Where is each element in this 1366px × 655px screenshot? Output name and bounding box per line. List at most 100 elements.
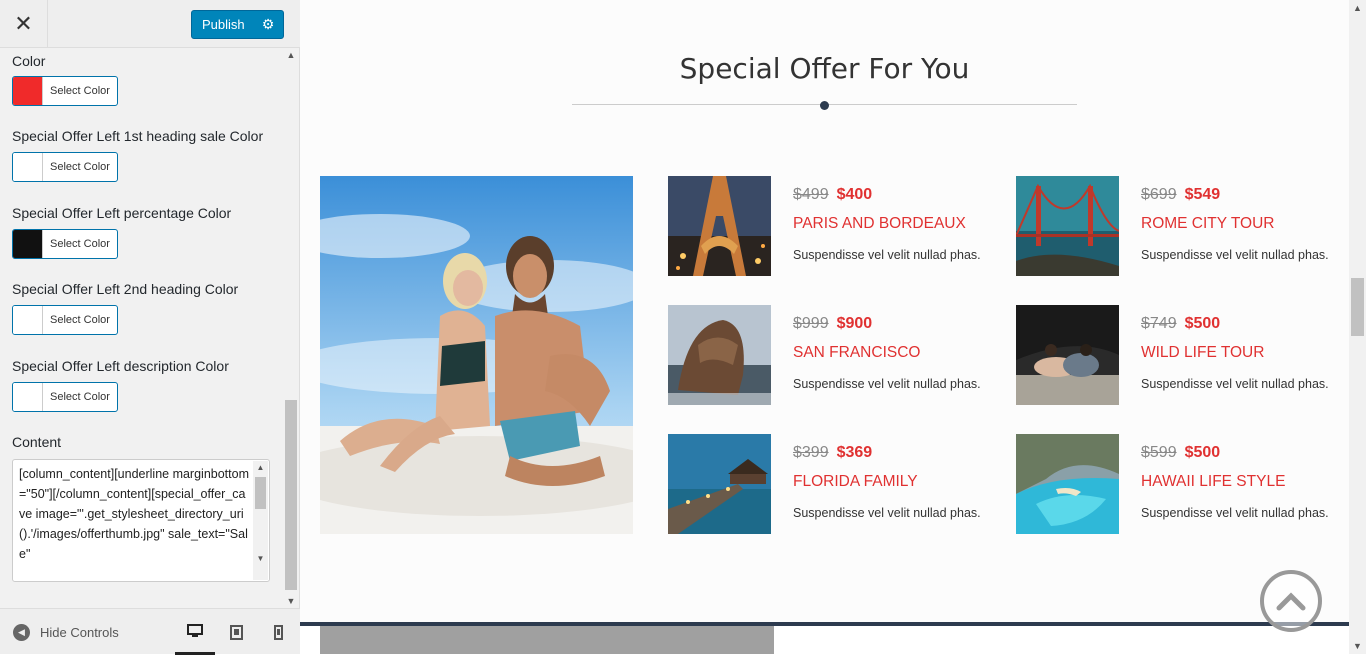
- next-section-image: [320, 626, 774, 654]
- old-price: $699: [1141, 186, 1177, 203]
- scroll-down-icon[interactable]: ▼: [253, 552, 268, 566]
- scrollbar-thumb[interactable]: [255, 477, 266, 509]
- back-to-top-button[interactable]: [1260, 570, 1322, 632]
- offer-card: $399 $369 FLORIDA FAMILY Suspendisse vel …: [668, 434, 998, 534]
- content-textarea[interactable]: [column_content][underline marginbottom=…: [12, 459, 270, 582]
- scrollbar-thumb[interactable]: [285, 400, 297, 590]
- new-price: $549: [1184, 186, 1221, 203]
- scroll-up-icon[interactable]: ▲: [1349, 0, 1366, 16]
- new-price: $369: [836, 444, 873, 461]
- next-section: [300, 622, 1349, 654]
- control-label-content: Content: [12, 434, 62, 450]
- control-label-description-color: Special Offer Left description Color: [12, 358, 229, 374]
- close-button[interactable]: ✕: [0, 0, 48, 47]
- site-preview: Special Offer For You $499 $400 PARIS AN…: [300, 0, 1349, 654]
- offer-image-hawaii[interactable]: [1016, 434, 1119, 534]
- offer-card: $999 $900 SAN FRANCISCO Suspendisse vel v…: [668, 305, 998, 405]
- offer-image-florida[interactable]: [668, 434, 771, 534]
- scroll-down-icon[interactable]: ▼: [1349, 638, 1366, 654]
- desktop-icon[interactable]: [175, 609, 215, 655]
- offer-prices: $599 $500: [1141, 444, 1220, 462]
- color-swatch: [13, 230, 43, 258]
- offer-image-rome[interactable]: [1016, 176, 1119, 276]
- old-price: $999: [793, 315, 829, 332]
- control-label-percentage-color: Special Offer Left percentage Color: [12, 205, 232, 221]
- collapse-icon: ◀: [13, 623, 30, 641]
- offer-description: Suspendisse vel velit nullad phas.: [793, 377, 981, 391]
- chevron-up-icon: [1276, 592, 1306, 611]
- scroll-down-icon[interactable]: ▼: [283, 594, 299, 608]
- offer-card: $599 $500 HAWAII LIFE STYLE Suspendisse v…: [1016, 434, 1346, 534]
- hide-controls-button[interactable]: ◀ Hide Controls: [13, 609, 119, 655]
- hero-beach-image: [320, 176, 633, 534]
- offer-prices: $749 $500: [1141, 315, 1220, 333]
- offer-image-paris[interactable]: [668, 176, 771, 276]
- select-color-button[interactable]: Select Color: [12, 305, 118, 335]
- offer-description: Suspendisse vel velit nullad phas.: [1141, 377, 1329, 391]
- new-price: $500: [1184, 315, 1221, 332]
- publish-label: Publish: [202, 17, 245, 32]
- offer-card: $749 $500 WILD LIFE TOUR Suspendisse vel …: [1016, 305, 1346, 405]
- control-label-2nd-heading-color: Special Offer Left 2nd heading Color: [12, 281, 239, 297]
- offer-card: $499 $400 PARIS AND BORDEAUX Suspendisse …: [668, 176, 998, 276]
- select-color-button[interactable]: Select Color: [12, 76, 118, 106]
- scroll-up-icon[interactable]: ▲: [253, 461, 268, 475]
- offer-description: Suspendisse vel velit nullad phas.: [1141, 506, 1329, 520]
- scroll-up-icon[interactable]: ▲: [283, 48, 299, 62]
- control-label-color: Color: [12, 53, 46, 69]
- hide-controls-label: Hide Controls: [40, 624, 119, 640]
- new-price: $500: [1184, 444, 1221, 461]
- offer-prices: $699 $549: [1141, 186, 1220, 204]
- scrollbar-thumb[interactable]: [1351, 278, 1364, 336]
- sidebar-scrollbar[interactable]: ▲ ▼: [283, 48, 299, 608]
- title-underline-dot: [820, 101, 829, 110]
- old-price: $599: [1141, 444, 1177, 461]
- offer-prices: $999 $900: [793, 315, 872, 333]
- select-color-label: Select Color: [50, 314, 110, 326]
- select-color-button[interactable]: Select Color: [12, 382, 118, 412]
- offer-description: Suspendisse vel velit nullad phas.: [1141, 248, 1329, 262]
- publish-button[interactable]: Publish ⚙: [191, 10, 284, 39]
- control-label-1st-heading-sale-color: Special Offer Left 1st heading sale Colo…: [12, 128, 264, 144]
- select-color-label: Select Color: [50, 85, 110, 97]
- old-price: $499: [793, 186, 829, 203]
- color-swatch: [13, 383, 43, 411]
- offer-image-san-francisco[interactable]: [668, 305, 771, 405]
- color-swatch: [13, 306, 43, 334]
- offer-prices: $499 $400: [793, 186, 872, 204]
- color-swatch: [13, 153, 43, 181]
- offer-description: Suspendisse vel velit nullad phas.: [793, 248, 981, 262]
- section-title: Special Offer For You: [679, 52, 970, 85]
- content-textarea-value: [column_content][underline marginbottom=…: [19, 467, 249, 561]
- old-price: $749: [1141, 315, 1177, 332]
- mobile-icon[interactable]: [258, 609, 298, 655]
- select-color-button[interactable]: Select Color: [12, 152, 118, 182]
- offer-title-link[interactable]: FLORIDA FAMILY: [793, 473, 918, 491]
- customizer-controls: Color Select Color Special Offer Left 1s…: [0, 48, 282, 608]
- select-color-label: Select Color: [50, 391, 110, 403]
- old-price: $399: [793, 444, 829, 461]
- offer-title-link[interactable]: HAWAII LIFE STYLE: [1141, 473, 1285, 491]
- offer-title-link[interactable]: ROME CITY TOUR: [1141, 215, 1275, 233]
- offer-card: $699 $549 ROME CITY TOUR Suspendisse vel …: [1016, 176, 1346, 276]
- customizer-footer: ◀ Hide Controls: [0, 608, 300, 655]
- preview-scrollbar[interactable]: ▲ ▼: [1349, 0, 1366, 654]
- select-color-label: Select Color: [50, 161, 110, 173]
- new-price: $400: [836, 186, 873, 203]
- color-swatch: [13, 77, 43, 105]
- textarea-scrollbar[interactable]: ▲ ▼: [253, 461, 268, 580]
- customizer-header: ✕ Publish ⚙: [0, 0, 300, 48]
- offer-description: Suspendisse vel velit nullad phas.: [793, 506, 981, 520]
- tablet-icon[interactable]: [216, 609, 256, 655]
- new-price: $900: [836, 315, 873, 332]
- offer-title-link[interactable]: WILD LIFE TOUR: [1141, 344, 1264, 362]
- customizer-sidebar: ✕ Publish ⚙ Color Select Color Special O…: [0, 0, 300, 655]
- offer-title-link[interactable]: SAN FRANCISCO: [793, 344, 920, 362]
- select-color-button[interactable]: Select Color: [12, 229, 118, 259]
- close-icon: ✕: [14, 10, 33, 36]
- offer-title-link[interactable]: PARIS AND BORDEAUX: [793, 215, 966, 233]
- offer-prices: $399 $369: [793, 444, 872, 462]
- select-color-label: Select Color: [50, 238, 110, 250]
- offer-image-wild-life[interactable]: [1016, 305, 1119, 405]
- gear-icon[interactable]: ⚙: [253, 16, 283, 33]
